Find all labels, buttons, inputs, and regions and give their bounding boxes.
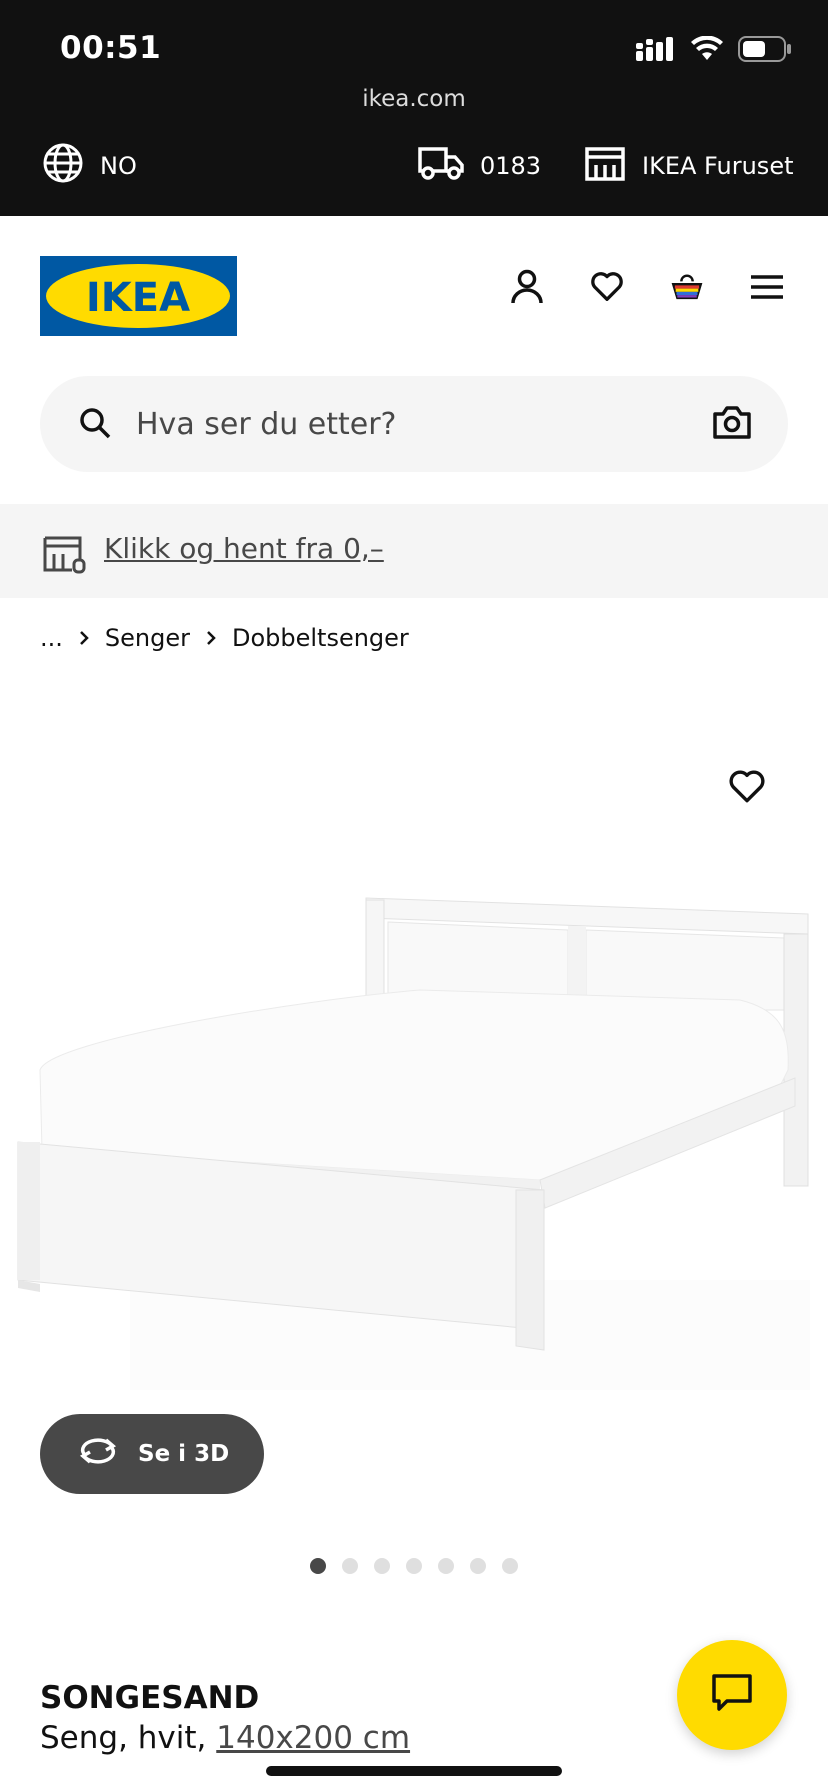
header-actions <box>510 269 784 304</box>
chevron-right-icon <box>206 624 216 652</box>
cart-basket-icon[interactable] <box>670 270 704 304</box>
image-carousel-dots <box>0 1558 828 1574</box>
product-size-link[interactable]: 140x200 cm <box>216 1720 410 1756</box>
carousel-dot[interactable] <box>438 1558 454 1574</box>
menu-hamburger-icon[interactable] <box>750 270 784 304</box>
chat-bubble-icon <box>711 1673 753 1717</box>
store-icon <box>584 145 626 187</box>
carousel-dot[interactable] <box>310 1558 326 1574</box>
ikea-logo[interactable]: IKEA <box>40 256 237 336</box>
search-bar <box>40 376 788 472</box>
cellular-signal-icon <box>636 37 676 65</box>
breadcrumb-item-senger[interactable]: Senger <box>105 624 190 652</box>
language-selector[interactable]: NO <box>42 142 137 190</box>
store-pickup-icon <box>42 534 88 578</box>
carousel-dot[interactable] <box>342 1558 358 1574</box>
logo-text: IKEA <box>86 275 190 321</box>
home-indicator <box>266 1766 562 1776</box>
top-bar: 00:51 ikea.com NO 0183 IKEA Furuset <box>0 0 828 216</box>
utility-bar: NO 0183 IKEA Furuset <box>0 142 828 190</box>
view-3d-label: Se i 3D <box>138 1441 230 1467</box>
product-description: Seng, hvit, 140x200 cm <box>40 1720 410 1756</box>
click-collect-banner: Klikk og hent fra 0,– <box>0 504 828 598</box>
language-label: NO <box>100 152 137 180</box>
product-favourite-heart-icon[interactable] <box>728 770 766 808</box>
store-selector[interactable]: IKEA Furuset <box>584 144 794 188</box>
profile-icon[interactable] <box>510 269 544 304</box>
carousel-dot[interactable] <box>406 1558 422 1574</box>
view-3d-button[interactable]: Se i 3D <box>40 1414 264 1494</box>
chevron-right-icon <box>79 624 89 652</box>
delivery-postcode[interactable]: 0183 <box>418 144 541 188</box>
truck-icon <box>418 145 464 187</box>
breadcrumb-item-dobbeltsenger[interactable]: Dobbeltsenger <box>232 624 409 652</box>
camera-search-icon[interactable] <box>712 404 752 444</box>
search-input[interactable] <box>136 376 696 472</box>
breadcrumb-ellipsis[interactable]: ... <box>40 624 63 652</box>
store-label: IKEA Furuset <box>642 152 794 180</box>
wifi-icon <box>690 35 724 66</box>
status-icons <box>636 35 792 66</box>
carousel-dot[interactable] <box>470 1558 486 1574</box>
rotate-3d-icon <box>76 1436 120 1472</box>
wishlist-heart-icon[interactable] <box>590 270 624 304</box>
postcode-label: 0183 <box>480 152 542 180</box>
product-description-text: Seng, hvit, <box>40 1720 217 1756</box>
product-image[interactable] <box>0 860 828 1420</box>
carousel-dot[interactable] <box>502 1558 518 1574</box>
search-icon[interactable] <box>78 406 112 444</box>
browser-url[interactable]: ikea.com <box>0 86 828 112</box>
battery-icon <box>738 36 792 66</box>
status-time: 00:51 <box>60 30 162 66</box>
chat-button[interactable] <box>677 1640 787 1750</box>
globe-icon <box>42 142 84 190</box>
carousel-dot[interactable] <box>374 1558 390 1574</box>
product-name: SONGESAND <box>40 1680 260 1716</box>
click-collect-link[interactable]: Klikk og hent fra 0,– <box>104 532 384 565</box>
breadcrumb: ... Senger Dobbeltsenger <box>40 624 409 652</box>
